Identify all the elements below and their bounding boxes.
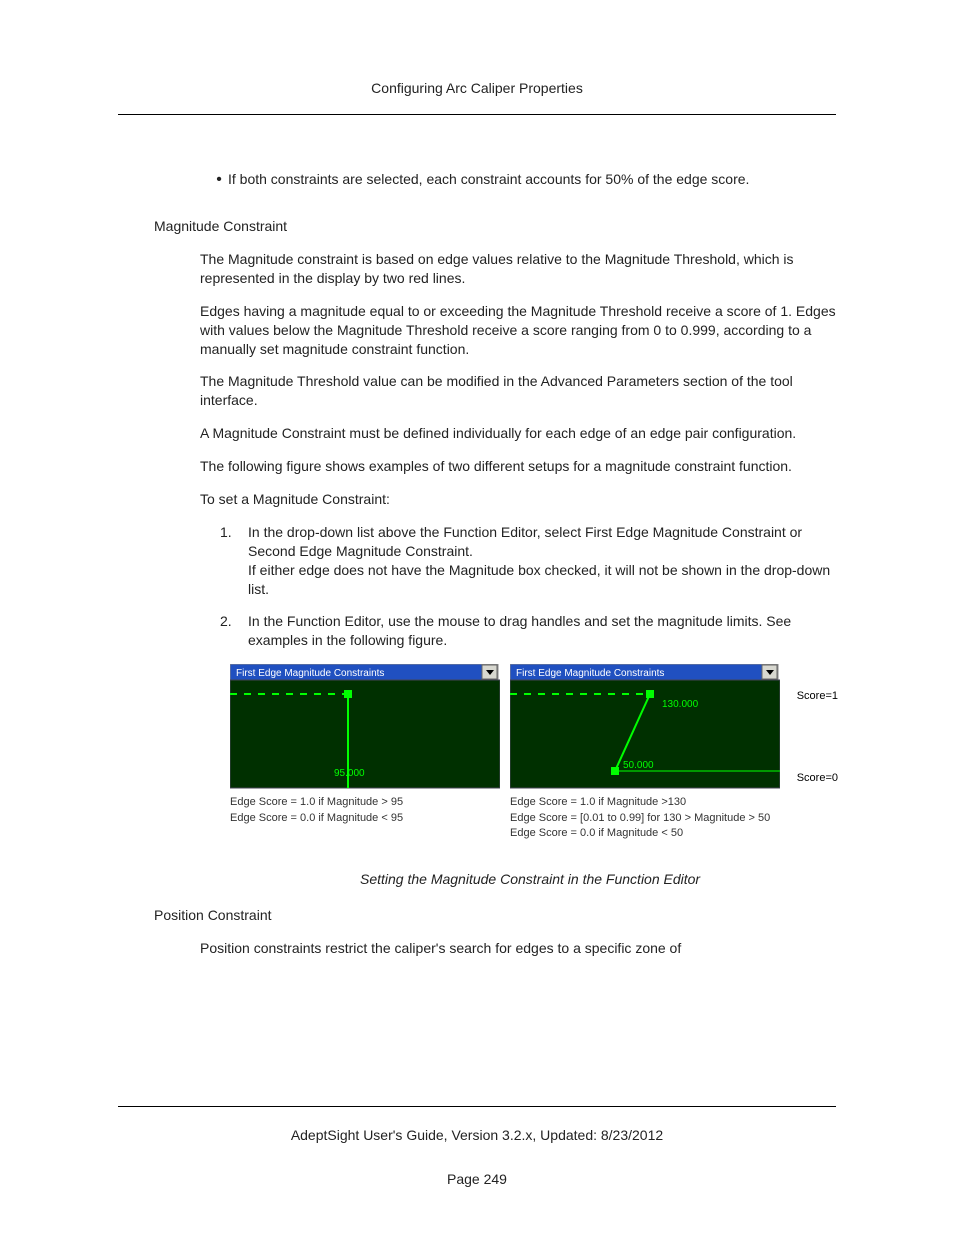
- chart-left-caption-b: Edge Score = 0.0 if Magnitude < 95: [230, 811, 500, 826]
- chart-left: First Edge Magnitude Constraints 95.000 …: [230, 664, 500, 826]
- score-0-label: Score=0: [797, 772, 838, 784]
- figure-caption: Setting the Magnitude Constraint in the …: [360, 871, 836, 887]
- chart-left-caption: Edge Score = 1.0 if Magnitude > 95 Edge …: [230, 795, 500, 826]
- magnitude-p1: The Magnitude constraint is based on edg…: [200, 250, 836, 288]
- chart-right-svg: First Edge Magnitude Constraints 130.000…: [510, 664, 780, 789]
- chart-right-handle-bottom[interactable]: [611, 767, 619, 775]
- step-1-text: In the drop-down list above the Function…: [248, 523, 836, 599]
- chart-left-value: 95.000: [334, 768, 365, 779]
- chart-right-caption-b: Edge Score = [0.01 to 0.99] for 130 > Ma…: [510, 811, 780, 826]
- bullet-text: If both constraints are selected, each c…: [228, 170, 836, 189]
- magnitude-p6: To set a Magnitude Constraint:: [200, 490, 836, 509]
- score-1-label: Score=1: [797, 690, 838, 702]
- position-p1: Position constraints restrict the calipe…: [200, 939, 836, 958]
- chart-left-dropdown-label: First Edge Magnitude Constraints: [236, 668, 384, 679]
- chart-right-caption-c: Edge Score = 0.0 if Magnitude < 50: [510, 826, 780, 841]
- step-1: 1. In the drop-down list above the Funct…: [220, 523, 836, 599]
- magnitude-p2: Edges having a magnitude equal to or exc…: [200, 302, 836, 359]
- bullet-dot-icon: •: [210, 170, 228, 190]
- footer-guide: AdeptSight User's Guide, Version 3.2.x, …: [0, 1127, 954, 1143]
- chart-right-dropdown-label: First Edge Magnitude Constraints: [516, 668, 664, 679]
- chart-left-caption-a: Edge Score = 1.0 if Magnitude > 95: [230, 795, 500, 810]
- chart-right-caption: Edge Score = 1.0 if Magnitude >130 Edge …: [510, 795, 780, 841]
- chart-left-svg: First Edge Magnitude Constraints 95.000: [230, 664, 500, 789]
- chart-left-handle[interactable]: [344, 690, 352, 698]
- chart-right-value-bot: 50.000: [623, 760, 654, 771]
- bullet-item: • If both constraints are selected, each…: [210, 170, 836, 190]
- magnitude-p3: The Magnitude Threshold value can be mod…: [200, 372, 836, 410]
- step-2: 2. In the Function Editor, use the mouse…: [220, 612, 836, 650]
- magnitude-p5: The following figure shows examples of t…: [200, 457, 836, 476]
- chart-right: First Edge Magnitude Constraints 130.000…: [510, 664, 780, 841]
- step-2-text: In the Function Editor, use the mouse to…: [248, 612, 836, 650]
- page-number: Page 249: [0, 1171, 954, 1187]
- chart-right-handle-top[interactable]: [646, 690, 654, 698]
- chart-right-caption-a: Edge Score = 1.0 if Magnitude >130: [510, 795, 780, 810]
- step-2-number: 2.: [220, 612, 248, 631]
- footer-rule: [118, 1106, 836, 1107]
- figure-area: First Edge Magnitude Constraints 95.000 …: [230, 664, 836, 887]
- step-1-number: 1.: [220, 523, 248, 542]
- header-title: Configuring Arc Caliper Properties: [371, 80, 583, 96]
- magnitude-heading: Magnitude Constraint: [154, 218, 836, 234]
- position-heading: Position Constraint: [154, 907, 836, 923]
- magnitude-p4: A Magnitude Constraint must be defined i…: [200, 424, 836, 443]
- chart-right-value-top: 130.000: [662, 699, 699, 710]
- page-header: Configuring Arc Caliper Properties: [118, 80, 836, 115]
